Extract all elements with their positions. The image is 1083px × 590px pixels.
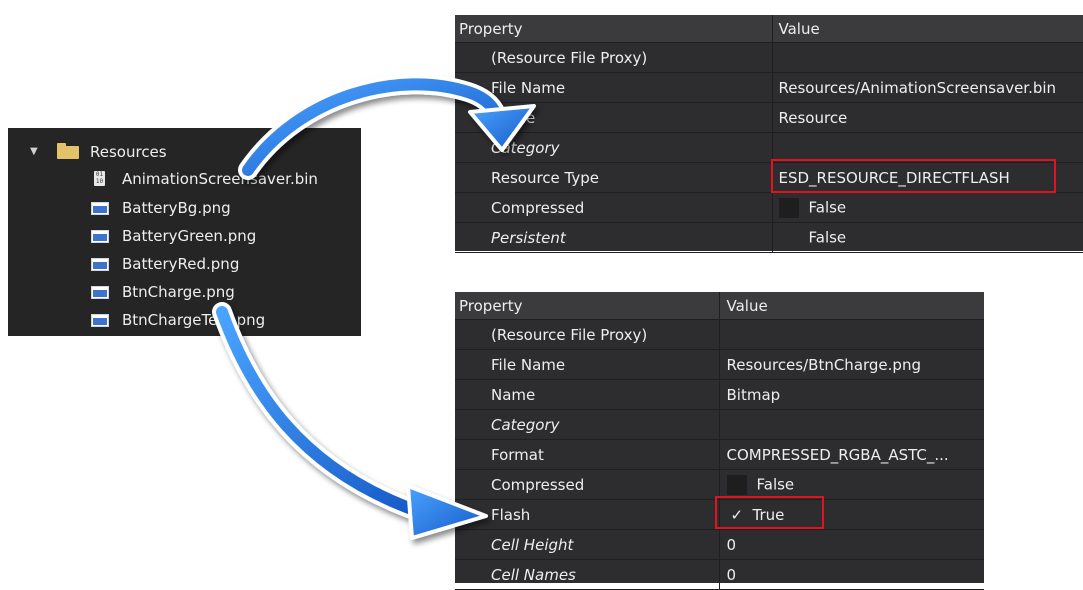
arrow-to-png-properties <box>212 302 488 540</box>
arrow-to-bin-properties <box>238 74 536 180</box>
annotation-arrows <box>212 74 536 540</box>
